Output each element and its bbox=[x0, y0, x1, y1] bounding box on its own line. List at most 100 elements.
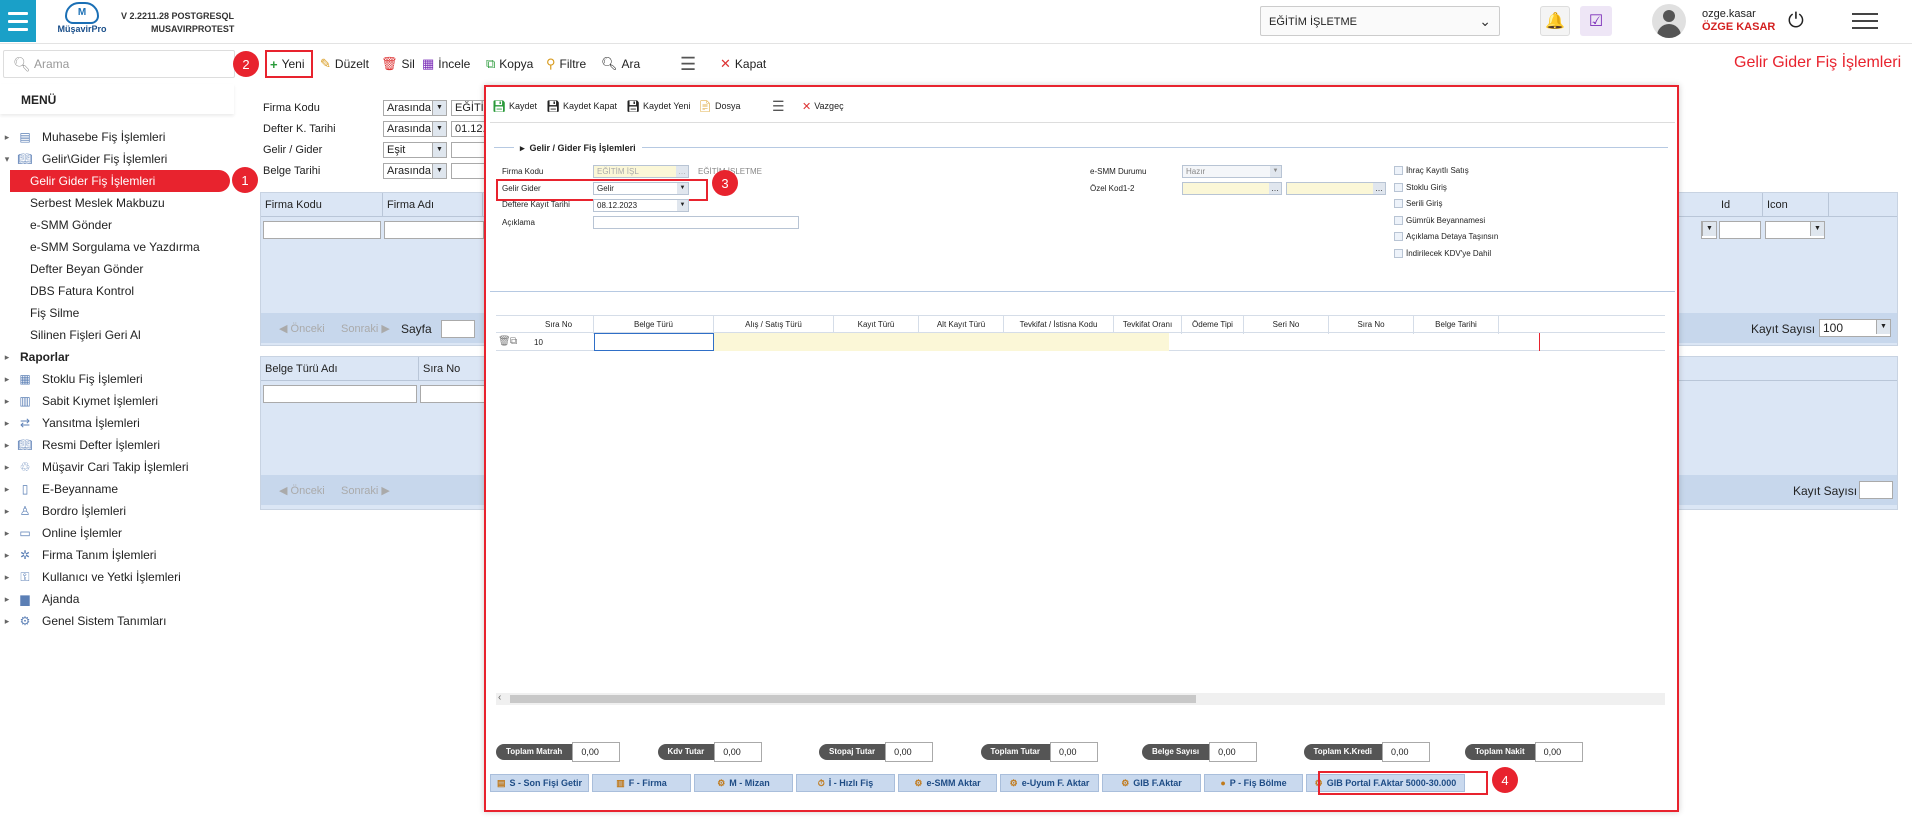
function-button[interactable]: ⚙ M - Mizan bbox=[694, 774, 793, 792]
sidebar-item[interactable]: ▸ ♙ Bordro İşlemleri bbox=[0, 500, 240, 522]
option-checkbox[interactable]: Gümrük Beyannamesi bbox=[1394, 216, 1485, 225]
sidebar-item[interactable]: Silinen Fişleri Geri Al bbox=[0, 324, 240, 346]
detail-row[interactable]: 🗑︎ ⧉ 10 bbox=[496, 333, 1665, 351]
prev-page-button[interactable]: ◀ Önceki bbox=[279, 322, 325, 335]
column-header[interactable]: Id bbox=[1717, 193, 1763, 217]
sidebar-item[interactable]: Fiş Silme bbox=[0, 302, 240, 324]
sidebar-item[interactable]: ▸ ⚿ Kullanıcı ve Yetki İşlemleri bbox=[0, 566, 240, 588]
esmm-status-select[interactable]: Hazır ▼ bbox=[1182, 165, 1282, 178]
page-input[interactable] bbox=[441, 320, 475, 338]
grid-filter-input[interactable] bbox=[263, 385, 417, 403]
sidebar-item[interactable]: ▾ 📖︎ Gelir\Gider Fiş İşlemleri bbox=[0, 148, 240, 170]
option-checkbox[interactable]: Serili Giriş bbox=[1394, 199, 1442, 209]
sidebar-item[interactable]: ▸ ▯ E-Beyanname bbox=[0, 478, 240, 500]
grid-filter-input[interactable] bbox=[263, 221, 381, 239]
filter-button[interactable]: ⚲ Filtre bbox=[546, 52, 586, 76]
column-header[interactable]: Belge Türü bbox=[594, 316, 714, 334]
column-header[interactable]: Tevkifat / İstisna Kodu bbox=[1004, 316, 1114, 334]
company-select[interactable]: EĞİTİM İŞLETME ⌄ bbox=[1260, 6, 1500, 36]
option-checkbox[interactable]: Stoklu Giriş bbox=[1394, 183, 1447, 192]
date-input[interactable]: 08.12.2023 ▼ bbox=[593, 199, 689, 212]
sidebar-item[interactable]: ▸ ▤ Muhasebe Fiş İşlemleri bbox=[0, 126, 240, 148]
row-copy-icon[interactable]: ⧉ bbox=[510, 336, 517, 347]
save-button[interactable]: 💾︎ Kaydet bbox=[492, 97, 537, 115]
filter-operator-select[interactable]: Arasında ▼ bbox=[383, 163, 447, 179]
scrollbar-thumb[interactable] bbox=[510, 695, 1196, 703]
option-checkbox[interactable]: İndirilecek KDV'ye Dahil bbox=[1394, 249, 1491, 258]
function-button[interactable]: ⚙ e-Uyum F. Aktar bbox=[1000, 774, 1099, 792]
sidebar-item[interactable]: ▸ ▆ Ajanda bbox=[0, 588, 240, 610]
sidebar-item[interactable]: Gelir Gider Fiş İşlemleri bbox=[10, 170, 230, 192]
tasks-icon[interactable]: ☑ bbox=[1580, 6, 1612, 36]
record-count-select[interactable]: 100 ▼ bbox=[1819, 319, 1891, 337]
close-button[interactable]: ✕ Kapat bbox=[720, 52, 766, 76]
bell-icon[interactable]: 🔔 bbox=[1540, 6, 1570, 36]
function-button[interactable]: ⚙ e-SMM Aktar bbox=[898, 774, 997, 792]
filter-value-input[interactable] bbox=[451, 163, 485, 179]
cancel-button[interactable]: ✕ Vazgeç bbox=[802, 97, 844, 115]
column-header[interactable]: Alış / Satış Türü bbox=[714, 316, 834, 334]
horizontal-scrollbar[interactable]: ‹ bbox=[496, 692, 1665, 705]
more-menu-icon[interactable]: ☰ bbox=[772, 97, 785, 115]
sidebar-item[interactable]: ▸ ⚙ Genel Sistem Tanımları bbox=[0, 610, 240, 632]
function-button[interactable]: ▥ F - Firma bbox=[592, 774, 691, 792]
hamburger-menu-icon[interactable] bbox=[0, 0, 36, 42]
firma-kodu-input[interactable]: EĞİTİM İŞL… bbox=[593, 165, 689, 178]
filter-value-input[interactable]: EĞİTİM bbox=[451, 100, 485, 116]
function-button[interactable]: ⏱ İ - Hızlı Fiş bbox=[796, 774, 895, 792]
sidebar-item[interactable]: e-SMM Sorgulama ve Yazdırma bbox=[0, 236, 240, 258]
column-header[interactable]: Tevkifat Oranı bbox=[1114, 316, 1182, 334]
sidebar-item[interactable]: DBS Fatura Kontrol bbox=[0, 280, 240, 302]
filter-operator-select[interactable]: Eşit ▼ bbox=[383, 142, 447, 158]
power-icon[interactable]: ⏻ bbox=[1788, 10, 1804, 33]
sidebar-item[interactable]: Defter Beyan Gönder bbox=[0, 258, 240, 280]
function-button[interactable]: ▤ S - Son Fişi Getir bbox=[490, 774, 589, 792]
gelir-gider-select[interactable]: Gelir ▼ bbox=[593, 182, 689, 195]
column-header[interactable]: Sıra No bbox=[1329, 316, 1414, 334]
record-count-input[interactable] bbox=[1859, 481, 1893, 499]
column-header[interactable]: Belge Tarihi bbox=[1414, 316, 1499, 334]
sidebar-item[interactable]: ▸ ✲ Firma Tanım İşlemleri bbox=[0, 544, 240, 566]
next-page-button[interactable]: Sonraki ▶ bbox=[341, 322, 390, 335]
sidebar-item[interactable]: ▸ ♲ Müşavir Cari Takip İşlemleri bbox=[0, 456, 240, 478]
edit-button[interactable]: ✎ Düzelt bbox=[320, 52, 369, 76]
option-checkbox[interactable]: İhraç Kayıtlı Satış bbox=[1394, 166, 1469, 176]
column-header[interactable]: Belge Türü Adı bbox=[261, 357, 419, 381]
grid-filter-input[interactable] bbox=[420, 385, 490, 403]
sidebar-item[interactable]: ▸ ▥ Sabit Kıymet İşlemleri bbox=[0, 390, 240, 412]
inspect-button[interactable]: ▦ İncele bbox=[422, 52, 470, 76]
ozel-kod2-input[interactable]: … bbox=[1286, 182, 1386, 195]
sidebar-item[interactable]: ▸ ⇄ Yansıtma İşlemleri bbox=[0, 412, 240, 434]
column-header[interactable]: Sıra No bbox=[524, 316, 594, 334]
more-menu-icon[interactable]: ☰ bbox=[680, 52, 696, 76]
sidebar-item[interactable]: Serbest Meslek Makbuzu bbox=[0, 192, 240, 214]
next-page-button[interactable]: Sonraki ▶ bbox=[341, 484, 390, 497]
copy-button[interactable]: ⧉ Kopya bbox=[486, 52, 533, 76]
sidebar-item[interactable]: ▸ 📖︎ Resmi Defter İşlemleri bbox=[0, 434, 240, 456]
required-cells[interactable] bbox=[714, 333, 1169, 351]
filter-operator-select[interactable]: Arasında ▼ bbox=[383, 100, 447, 116]
grid-filter-input[interactable] bbox=[1719, 221, 1761, 239]
settings-sliders-icon[interactable] bbox=[1852, 10, 1878, 32]
column-header[interactable]: Icon bbox=[1763, 193, 1829, 217]
find-button[interactable]: 🔍︎ Ara bbox=[601, 52, 640, 76]
filter-operator-select[interactable]: Arasında ▼ bbox=[383, 121, 447, 137]
save-new-button[interactable]: 💾︎ Kaydet Yeni bbox=[626, 97, 691, 115]
filter-value-input[interactable]: 01.12. bbox=[451, 121, 485, 137]
column-header[interactable]: Firma Adı bbox=[383, 193, 483, 217]
function-button[interactable]: ● P - Fiş Bölme bbox=[1204, 774, 1303, 792]
save-close-button[interactable]: 💾︎ Kaydet Kapat bbox=[546, 97, 617, 115]
sidebar-item[interactable]: ▸ ▦ Stoklu Fiş İşlemleri bbox=[0, 368, 240, 390]
grid-filter-select[interactable]: ▼ bbox=[1701, 221, 1717, 239]
search-input[interactable]: 🔍︎ Arama bbox=[3, 50, 235, 78]
file-button[interactable]: 📄︎ Dosya bbox=[698, 97, 740, 115]
row-delete-icon[interactable]: 🗑︎ bbox=[498, 336, 511, 347]
aciklama-input[interactable] bbox=[593, 216, 799, 229]
function-button[interactable]: ⚙ GIB F.Aktar bbox=[1102, 774, 1201, 792]
column-header[interactable]: Seri No bbox=[1244, 316, 1329, 334]
column-header[interactable]: Firma Kodu bbox=[261, 193, 383, 217]
column-header[interactable]: Alt Kayıt Türü bbox=[919, 316, 1004, 334]
prev-page-button[interactable]: ◀ Önceki bbox=[279, 484, 325, 497]
grid-filter-select[interactable]: ▼ bbox=[1765, 221, 1825, 239]
scroll-left-icon[interactable]: ‹ bbox=[498, 692, 501, 703]
